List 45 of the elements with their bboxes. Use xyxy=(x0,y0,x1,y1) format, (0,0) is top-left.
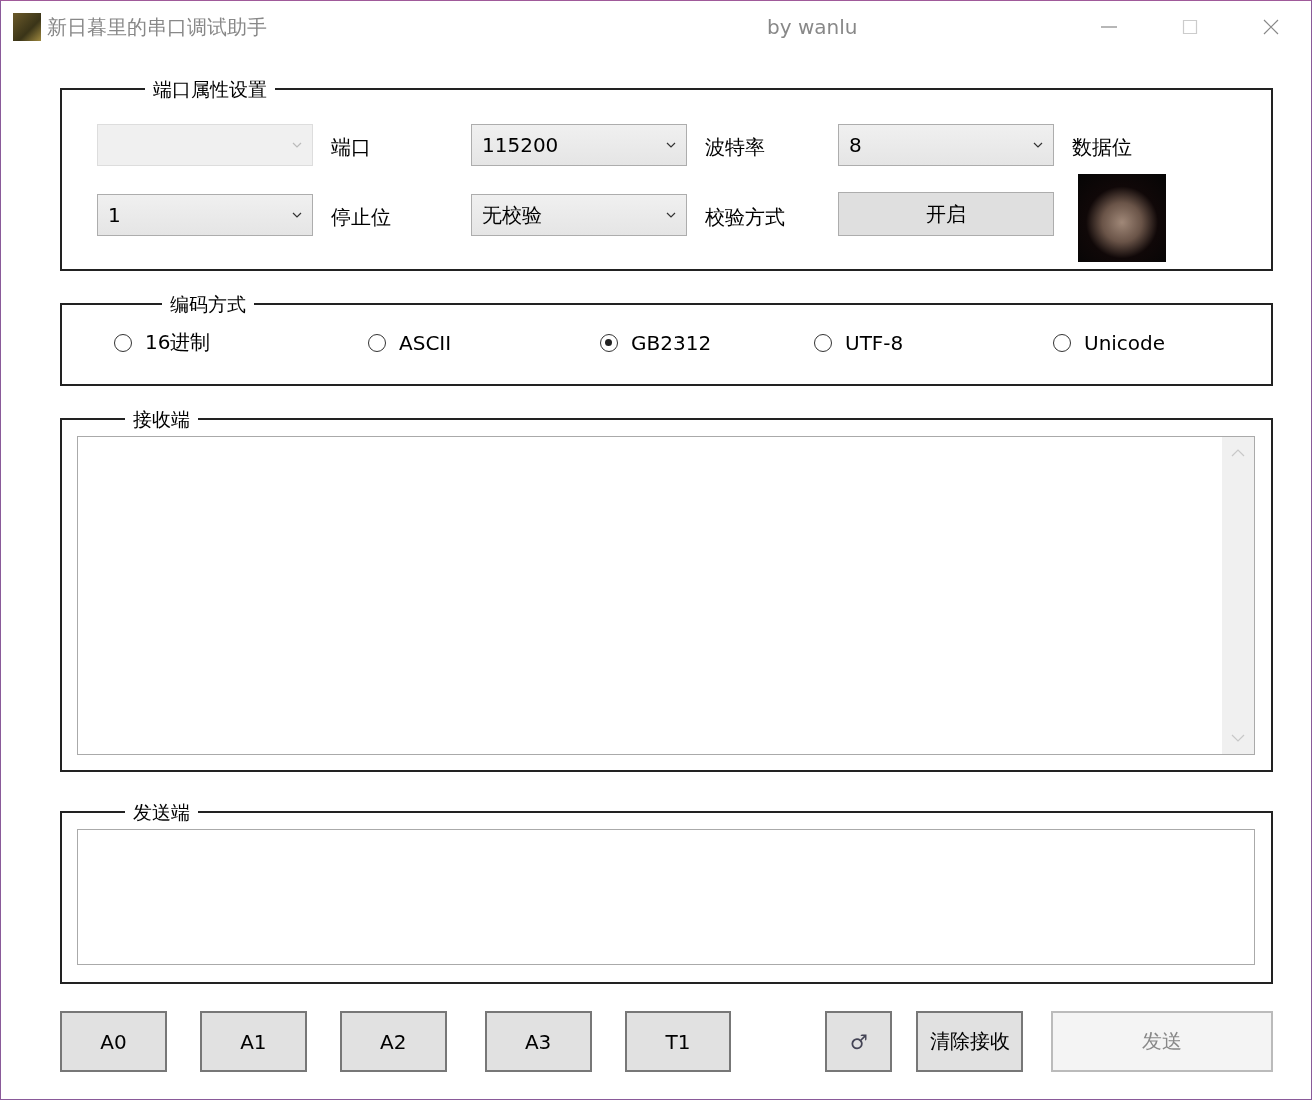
chevron-up-icon xyxy=(1231,449,1245,457)
group-title: 接收端 xyxy=(132,408,191,430)
radio-option[interactable]: 16进制 xyxy=(114,329,368,356)
dropdown-value: 8 xyxy=(849,133,863,157)
chevron-down-icon xyxy=(1033,142,1043,148)
group-title: 发送端 xyxy=(132,801,191,823)
send-text-area[interactable] xyxy=(77,829,1255,965)
radio-option[interactable]: ASCII xyxy=(368,329,600,356)
scrollbar[interactable] xyxy=(1222,437,1254,754)
field-label: 端口 xyxy=(330,134,372,161)
field-label: 数据位 xyxy=(1071,134,1133,161)
radio-option[interactable]: UTF-8 xyxy=(814,329,1053,356)
close-icon xyxy=(1262,19,1279,35)
chevron-down-icon xyxy=(292,142,302,148)
group-title: 端口属性设置 xyxy=(152,78,268,100)
action-button[interactable]: 清除接收 xyxy=(916,1011,1024,1072)
symbol-button[interactable]: ♂ xyxy=(825,1011,893,1072)
open-button[interactable]: 开启 xyxy=(838,192,1054,236)
chevron-down-icon xyxy=(1231,734,1245,742)
dropdown[interactable]: 无校验 xyxy=(471,194,687,236)
chevron-down-icon xyxy=(666,142,676,148)
dropdown[interactable]: 8 xyxy=(838,124,1054,166)
minimize-icon xyxy=(1100,26,1117,28)
chevron-down-icon xyxy=(666,212,676,218)
window-subtitle: by wanlu xyxy=(767,15,859,39)
dropdown-value: 无校验 xyxy=(482,201,543,229)
maximize-icon xyxy=(1181,19,1198,35)
field-label: 校验方式 xyxy=(704,204,786,231)
action-button[interactable]: A2 xyxy=(339,1011,447,1072)
action-button[interactable]: T1 xyxy=(624,1011,732,1072)
radio-option[interactable]: Unicode xyxy=(1053,329,1166,356)
dropdown[interactable]: 1 xyxy=(97,194,313,236)
action-button[interactable]: A0 xyxy=(60,1011,167,1072)
group-title: 编码方式 xyxy=(169,293,247,315)
dropdown-value: 115200 xyxy=(482,133,560,157)
dropdown[interactable]: 115200 xyxy=(471,124,687,166)
chevron-down-icon xyxy=(292,212,302,218)
field-label: 波特率 xyxy=(704,134,766,161)
action-button[interactable]: A1 xyxy=(199,1011,307,1072)
app-icon xyxy=(13,13,41,41)
dropdown-value: 1 xyxy=(108,203,122,227)
field-label: 停止位 xyxy=(330,204,392,231)
action-button[interactable]: A3 xyxy=(484,1011,592,1072)
radio-option[interactable]: GB2312 xyxy=(600,329,814,356)
window-title: 新日暮里的串口调试助手 xyxy=(47,13,268,41)
